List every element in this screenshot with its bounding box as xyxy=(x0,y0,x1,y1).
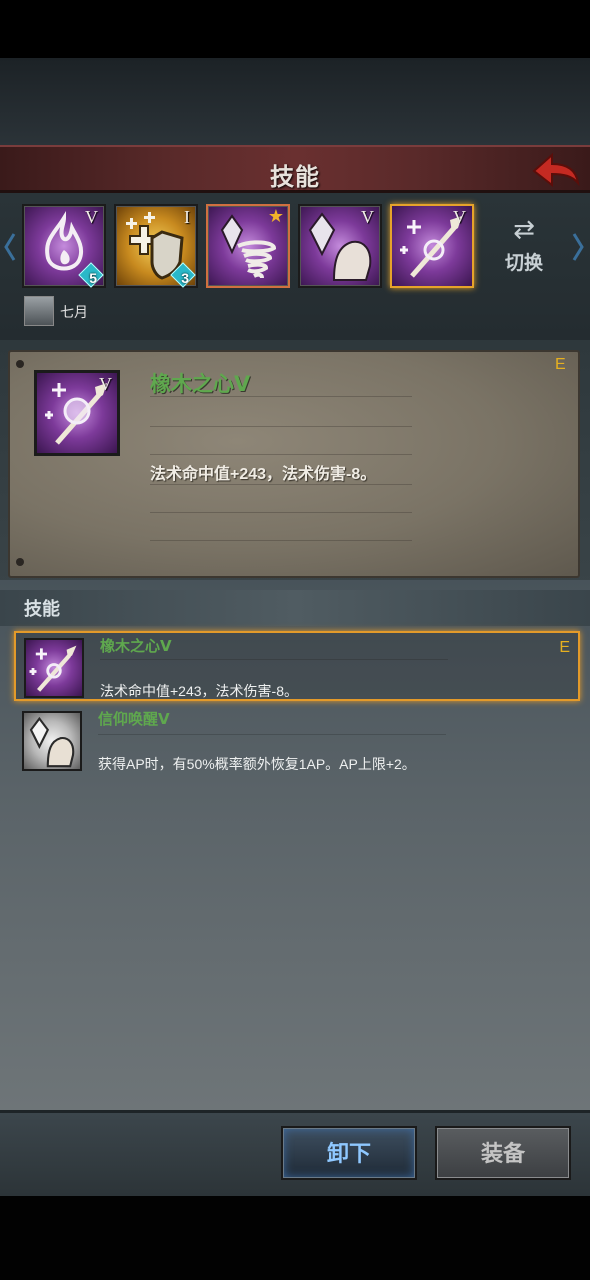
divider xyxy=(150,484,412,485)
list-skill-description: 获得AP时，有50%概率额外恢复1AP。AP上限+2。 xyxy=(98,756,416,772)
skill-slot-4[interactable]: V xyxy=(298,204,382,288)
detail-skill-grade: E xyxy=(555,356,566,373)
skill-level-roman: V xyxy=(361,207,374,227)
pin-icon xyxy=(16,558,24,566)
avatar xyxy=(24,296,54,326)
page-title: 技能 xyxy=(270,164,320,191)
chevron-right-icon[interactable] xyxy=(572,232,584,262)
skill-slot-3[interactable]: ★ xyxy=(206,204,290,288)
skill-slot-2[interactable]: I 3 xyxy=(114,204,198,288)
status-bar xyxy=(0,0,590,58)
skill-level-roman: V xyxy=(453,207,466,227)
list-skill-icon xyxy=(24,638,84,698)
switch-label: 切换 xyxy=(504,253,543,274)
navigation-bar xyxy=(0,1196,590,1280)
back-arrow-icon[interactable] xyxy=(530,151,582,191)
skill-slot-5[interactable]: V xyxy=(390,204,474,288)
divider xyxy=(150,540,412,541)
list-item[interactable]: 橡木之心Ⅴ 法术命中值+243，法术伤害-8。 E xyxy=(14,631,580,701)
star-icon: ★ xyxy=(267,206,284,226)
divider xyxy=(150,426,412,427)
divider xyxy=(98,734,446,735)
detail-skill-name: 橡木之心Ⅴ xyxy=(150,373,251,396)
header-bar: 技能 xyxy=(0,145,590,193)
skill-level-roman: V xyxy=(85,207,98,227)
list-item[interactable]: 信仰唤醒Ⅴ 获得AP时，有50%概率额外恢复1AP。AP上限+2。 xyxy=(14,706,580,776)
skill-list-header xyxy=(0,590,590,626)
switch-button[interactable]: ⇄ 切换 xyxy=(498,214,550,278)
divider xyxy=(150,454,412,455)
divider xyxy=(150,396,412,397)
skill-level-roman: I xyxy=(184,207,190,227)
skill-gem-count: 3 xyxy=(181,270,189,286)
skill-list-title: 技能 xyxy=(24,599,60,619)
magic-staff-icon xyxy=(29,645,77,692)
skill-gem-count: 5 xyxy=(89,270,97,286)
unequip-button[interactable]: 卸下 xyxy=(281,1126,417,1180)
list-skill-grade: E xyxy=(559,639,570,656)
swap-arrows-icon: ⇄ xyxy=(513,214,535,244)
chevron-left-icon[interactable] xyxy=(4,232,16,262)
skill-slot-1[interactable]: V 5 xyxy=(22,204,106,288)
divider xyxy=(100,659,448,660)
skill-screen: 技能 V 5 I 3 ★ V V ⇄ 切换 七月 V 橡木之心Ⅴ E 法术命中值… xyxy=(0,0,590,1280)
equip-button[interactable]: 装备 xyxy=(435,1126,571,1180)
detail-skill-description: 法术命中值+243，法术伤害-8。 xyxy=(150,466,377,483)
list-skill-description: 法术命中值+243，法术伤害-8。 xyxy=(100,683,298,699)
list-skill-name: 橡木之心Ⅴ xyxy=(100,638,172,655)
crystal-arm-icon xyxy=(29,716,75,768)
detail-skill-icon: V xyxy=(34,370,120,456)
list-skill-icon xyxy=(22,711,82,771)
divider xyxy=(150,512,412,513)
skill-level-roman: V xyxy=(99,374,112,394)
pin-icon xyxy=(16,360,24,368)
list-skill-name: 信仰唤醒Ⅴ xyxy=(98,711,170,728)
top-spacer xyxy=(0,58,590,145)
owner-name: 七月 xyxy=(60,304,88,320)
